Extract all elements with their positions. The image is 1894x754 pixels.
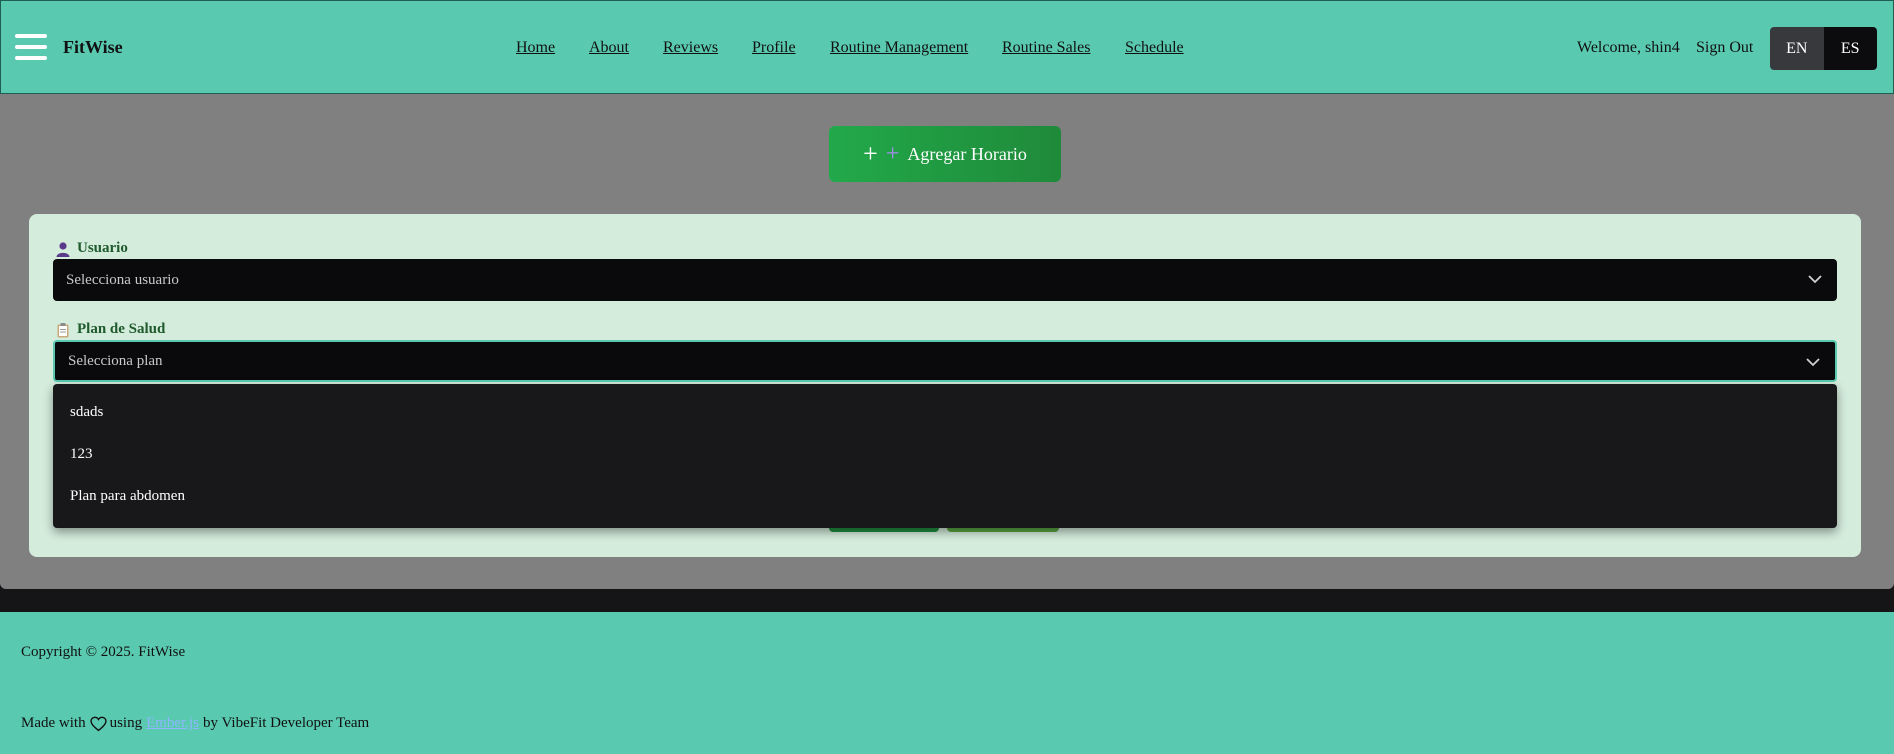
made-using: using — [109, 715, 143, 731]
usuario-select[interactable]: Selecciona usuario — [53, 259, 1837, 301]
nav-about[interactable]: About — [589, 39, 629, 57]
plan-option[interactable]: 123 — [70, 446, 93, 463]
nav-reviews[interactable]: Reviews — [663, 39, 718, 57]
plus-purple-icon: + — [885, 141, 900, 167]
plan-option[interactable]: Plan para abdomen — [70, 488, 185, 505]
clipboard-icon — [57, 322, 69, 337]
chevron-down-icon — [1808, 275, 1822, 284]
made-suffix: by VibeFit Developer Team — [203, 715, 370, 731]
add-schedule-label: Agregar Horario — [907, 143, 1027, 164]
made-with-text: Made with using Ember.js by VibeFit Deve… — [21, 715, 369, 732]
made-prefix: Made with — [21, 715, 86, 731]
welcome-text: Welcome, shin4 — [1577, 39, 1680, 56]
plan-dropdown-menu: sdads 123 Plan para abdomen — [53, 384, 1837, 528]
plan-label-text: Plan de Salud — [77, 321, 166, 337]
nav-profile[interactable]: Profile — [752, 39, 796, 57]
plan-option[interactable]: sdads — [70, 404, 103, 421]
user-icon — [56, 241, 70, 257]
top-navbar: FitWise Home About Reviews Profile Routi… — [0, 0, 1894, 94]
lang-en-button[interactable]: EN — [1770, 27, 1824, 70]
nav-home[interactable]: Home — [516, 39, 555, 57]
usuario-label: Usuario — [55, 240, 128, 257]
plan-label: Plan de Salud — [55, 321, 165, 338]
nav-routine-management[interactable]: Routine Management — [830, 39, 968, 57]
nav-schedule[interactable]: Schedule — [1125, 39, 1184, 57]
usuario-label-text: Usuario — [77, 240, 128, 256]
sign-out-link[interactable]: Sign Out — [1696, 39, 1753, 57]
heart-icon — [89, 716, 107, 731]
language-toggle: EN ES — [1770, 27, 1877, 70]
plan-select[interactable]: Selecciona plan — [53, 340, 1837, 382]
add-schedule-button[interactable]: + + Agregar Horario — [829, 126, 1061, 182]
plan-select-value: Selecciona plan — [68, 352, 163, 369]
ember-link[interactable]: Ember.js — [146, 715, 199, 732]
chevron-down-icon — [1806, 358, 1820, 367]
lang-es-button[interactable]: ES — [1823, 27, 1877, 70]
usuario-select-value: Selecciona usuario — [66, 271, 179, 288]
plus-icon: + — [863, 139, 878, 168]
footer: Copyright © 2025. FitWise Made with usin… — [0, 612, 1894, 754]
copyright-text: Copyright © 2025. FitWise — [21, 644, 186, 660]
nav-routine-sales[interactable]: Routine Sales — [1002, 39, 1090, 57]
